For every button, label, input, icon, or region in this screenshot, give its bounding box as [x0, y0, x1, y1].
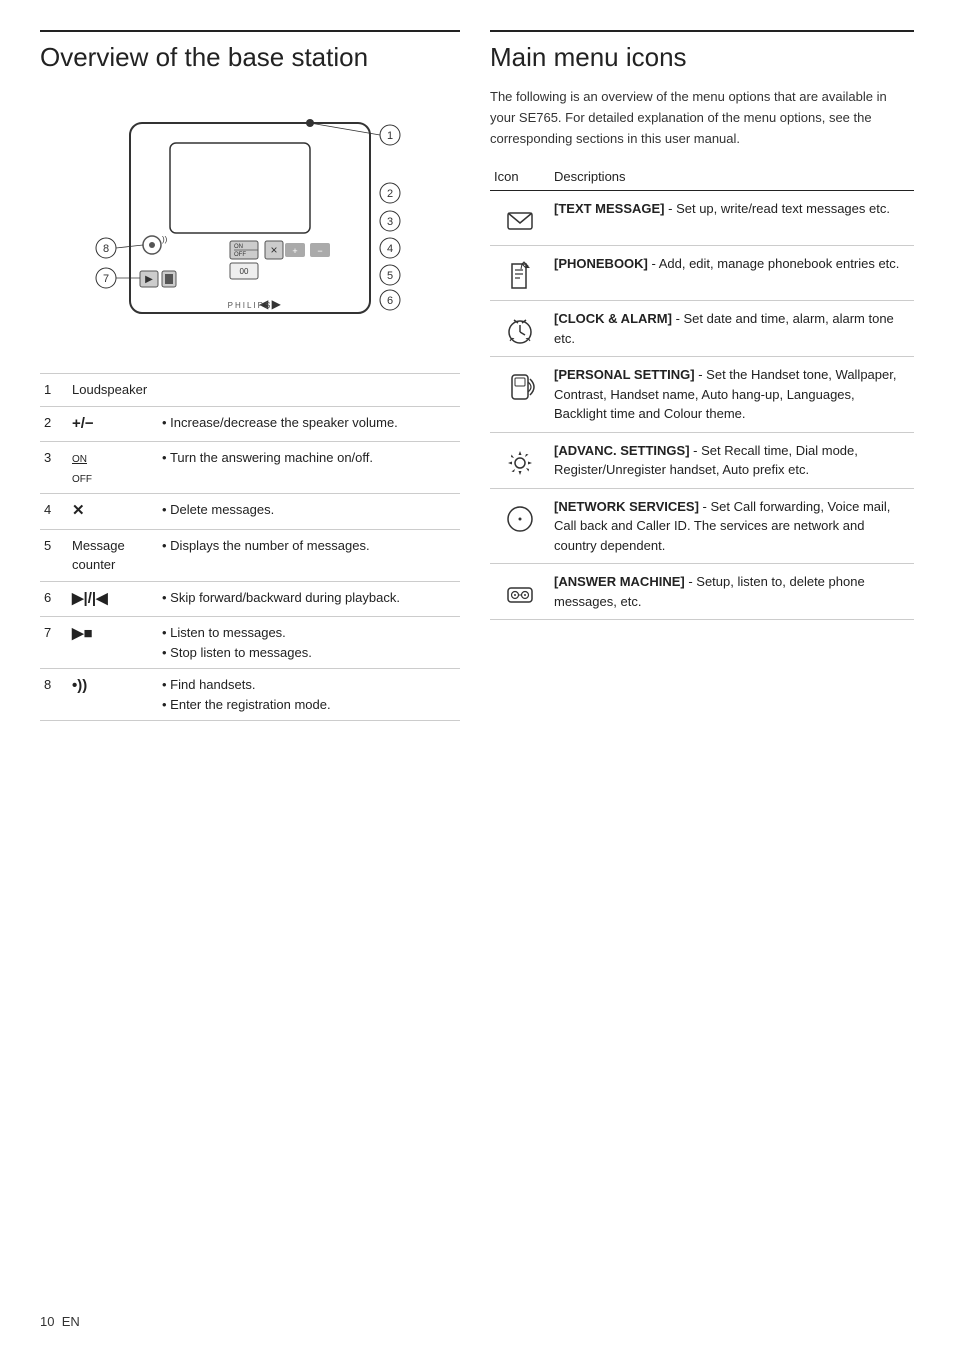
svg-text:ON: ON	[234, 244, 243, 250]
svg-text:7: 7	[103, 273, 109, 285]
feature-symbol: ▶|/|◀	[68, 581, 158, 617]
feature-desc: Increase/decrease the speaker volume.	[158, 406, 460, 442]
icon-cell-text-message	[490, 191, 550, 246]
feature-row-1: 1 Loudspeaker	[40, 374, 460, 407]
desc-cell-clock: [CLOCK & ALARM] - Set date and time, ala…	[550, 301, 914, 357]
feature-symbol: ✕	[68, 494, 158, 530]
feature-row-8: 8 •)) Find handsets. Enter the registrat…	[40, 669, 460, 721]
feature-symbol: ▶■	[68, 617, 158, 669]
svg-text:3: 3	[387, 216, 393, 228]
svg-text:PHILIPS: PHILIPS	[228, 301, 273, 310]
menu-row-phonebook: [PHONEBOOK] - Add, edit, manage phoneboo…	[490, 246, 914, 301]
svg-text:×: ×	[270, 243, 277, 257]
menu-table-header: Icon Descriptions	[490, 165, 914, 191]
icon-cell-network	[490, 488, 550, 564]
right-title: Main menu icons	[490, 30, 914, 73]
feature-row-7: 7 ▶■ Listen to messages. Stop listen to …	[40, 617, 460, 669]
feature-desc: Listen to messages. Stop listen to messa…	[158, 617, 460, 669]
feature-desc: Turn the answering machine on/off.	[158, 442, 460, 494]
right-section: Main menu icons The following is an over…	[490, 30, 914, 721]
svg-text:5: 5	[387, 270, 393, 282]
svg-text:▶: ▶	[145, 274, 153, 285]
icon-cell-phonebook	[490, 246, 550, 301]
svg-text:)): ))	[162, 235, 168, 244]
feature-num: 4	[40, 494, 68, 530]
menu-row-answermachine: [ANSWER MACHINE] - Setup, listen to, del…	[490, 564, 914, 620]
feature-desc: Find handsets. Enter the registration mo…	[158, 669, 460, 721]
feature-row-6: 6 ▶|/|◀ Skip forward/backward during pla…	[40, 581, 460, 617]
left-section: Overview of the base station 1 2 +	[40, 30, 460, 721]
desc-cell-personal: [PERSONAL SETTING] - Set the Handset ton…	[550, 357, 914, 433]
col-desc-header: Descriptions	[550, 165, 914, 191]
icon-cell-advanc	[490, 432, 550, 488]
feature-num: 3	[40, 442, 68, 494]
feature-symbol: •))	[68, 669, 158, 721]
desc-cell-network: [NETWORK SERVICES] - Set Call forwarding…	[550, 488, 914, 564]
feature-row-2: 2 +/− Increase/decrease the speaker volu…	[40, 406, 460, 442]
intro-text: The following is an overview of the menu…	[490, 87, 914, 149]
feature-symbol: ONOFF	[68, 442, 158, 494]
desc-cell-text-message: [TEXT MESSAGE] - Set up, write/read text…	[550, 191, 914, 246]
feature-num: 7	[40, 617, 68, 669]
desc-cell-answermachine: [ANSWER MACHINE] - Setup, listen to, del…	[550, 564, 914, 620]
svg-text:1: 1	[387, 130, 393, 142]
svg-text:−: −	[317, 246, 322, 256]
svg-text:2: 2	[387, 188, 393, 200]
col-icon-header: Icon	[490, 165, 550, 191]
svg-text:00: 00	[240, 267, 249, 276]
menu-row-text-message: [TEXT MESSAGE] - Set up, write/read text…	[490, 191, 914, 246]
icon-cell-answermachine	[490, 564, 550, 620]
menu-row-personal: [PERSONAL SETTING] - Set the Handset ton…	[490, 357, 914, 433]
svg-text:8: 8	[103, 243, 109, 255]
left-title: Overview of the base station	[40, 30, 460, 73]
features-table: 1 Loudspeaker 2 +/− Increase/decrease th…	[40, 373, 460, 721]
feature-num: 8	[40, 669, 68, 721]
feature-num: 1	[40, 374, 68, 407]
feature-row-3: 3 ONOFF Turn the answering machine on/of…	[40, 442, 460, 494]
page-number: 10 EN	[40, 1314, 80, 1329]
svg-text:OFF: OFF	[234, 252, 246, 258]
feature-row-5: 5 Message counter Displays the number of…	[40, 529, 460, 581]
menu-icons-table: Icon Descriptions	[490, 165, 914, 620]
feature-label: Message counter	[68, 529, 158, 581]
feature-label: Loudspeaker	[68, 374, 460, 407]
desc-cell-advanc: [ADVANC. SETTINGS] - Set Recall time, Di…	[550, 432, 914, 488]
desc-cell-phonebook: [PHONEBOOK] - Add, edit, manage phoneboo…	[550, 246, 914, 301]
feature-num: 2	[40, 406, 68, 442]
feature-desc: Skip forward/backward during playback.	[158, 581, 460, 617]
feature-num: 5	[40, 529, 68, 581]
feature-row-4: 4 ✕ Delete messages.	[40, 494, 460, 530]
svg-text:6: 6	[387, 295, 393, 307]
feature-symbol: +/−	[68, 406, 158, 442]
svg-text:+: +	[292, 246, 297, 256]
icon-cell-personal	[490, 357, 550, 433]
menu-row-clock: [CLOCK & ALARM] - Set date and time, ala…	[490, 301, 914, 357]
feature-num: 6	[40, 581, 68, 617]
feature-desc: Delete messages.	[158, 494, 460, 530]
icon-cell-clock	[490, 301, 550, 357]
feature-desc: Displays the number of messages.	[158, 529, 460, 581]
svg-text:4: 4	[387, 243, 393, 255]
menu-row-network: [NETWORK SERVICES] - Set Call forwarding…	[490, 488, 914, 564]
menu-row-advanc: [ADVANC. SETTINGS] - Set Recall time, Di…	[490, 432, 914, 488]
base-station-diagram: 1 2 + − 3 ON OFF 4	[70, 93, 430, 353]
